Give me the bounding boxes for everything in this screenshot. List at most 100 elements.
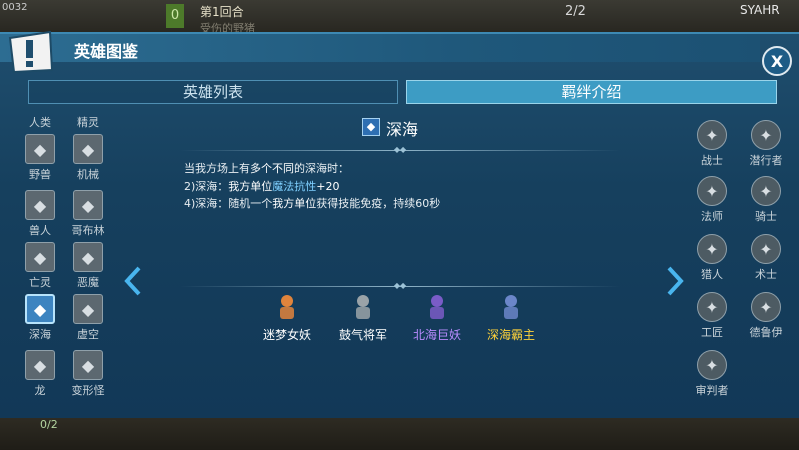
bond-effect-4: 4)深海：随机一个我方单位获得技能免疫，持续60秒 (184, 195, 440, 211)
hero-codex-panel: 英雄图鉴 X 英雄列表 羁绊介绍 人类 精灵 ◆ 野兽 ◆ 机械 ◆ 兽人 ◆ 哥布林 ◆ 亡灵 ◆ 恶魔… (0, 30, 799, 418)
codex-logo-icon (8, 30, 54, 74)
mage-icon: ✦ (697, 176, 727, 206)
class-item-8[interactable]: ✦ 审判者 (690, 350, 734, 398)
hero-portrait-icon (280, 295, 294, 319)
hero-portrait-icon (430, 295, 444, 319)
race-item-label: 恶魔 (77, 276, 99, 289)
druid-icon: ✦ (751, 292, 781, 322)
score-label: 2/2 (565, 4, 586, 19)
race-item-label: 深海 (29, 328, 51, 341)
race-item-5[interactable]: ◆ 哥布林 (66, 190, 110, 238)
warrior-icon: ✦ (697, 120, 727, 150)
hero-card-0[interactable]: 迷梦女妖 (247, 292, 327, 343)
race-item-0[interactable]: 人类 (18, 114, 62, 130)
effect-4-target: 我方单位 (272, 197, 317, 210)
class-item-label: 战士 (701, 154, 723, 167)
class-item-label: 术士 (755, 268, 777, 281)
deepsea-icon: ◆ (362, 118, 380, 136)
class-item-7[interactable]: ✦ 德鲁伊 (744, 292, 788, 340)
hero-card-1[interactable]: 鼓气将军 (323, 292, 403, 343)
clock: 0032 (2, 2, 28, 13)
race-item-10[interactable]: ◆ 龙 (18, 350, 62, 398)
effect-4-random: 随机一个 (228, 197, 273, 210)
class-item-5[interactable]: ✦ 术士 (744, 234, 788, 282)
hero-card-2[interactable]: 北海巨妖 (397, 292, 477, 343)
void-icon: ◆ (73, 294, 103, 324)
class-item-1[interactable]: ✦ 潜行者 (744, 120, 788, 168)
hero-name: 深海霸主 (486, 328, 535, 342)
race-item-label: 变形怪 (71, 384, 105, 397)
divider-top: ◆◆ (180, 146, 620, 154)
race-item-3[interactable]: ◆ 机械 (66, 134, 110, 182)
class-item-label: 猎人 (701, 268, 723, 281)
race-item-11[interactable]: ◆ 变形怪 (66, 350, 110, 398)
bottom-count: 0/2 (40, 418, 58, 431)
next-arrow-button[interactable] (666, 266, 684, 303)
hero-name: 鼓气将军 (338, 328, 387, 342)
divider-bottom: ◆◆ (180, 282, 620, 290)
bond-title: ◆ 深海 (340, 116, 460, 139)
class-item-2[interactable]: ✦ 法师 (690, 176, 734, 224)
game-hud-bottom: 0/2 (0, 414, 799, 450)
craftsman-icon: ✦ (697, 292, 727, 322)
class-item-label: 骑士 (755, 210, 777, 223)
chevron-left-icon (124, 266, 141, 296)
rogue-icon: ✦ (751, 120, 781, 150)
close-button[interactable]: X (762, 46, 792, 76)
race-item-1[interactable]: 精灵 (66, 114, 110, 130)
class-item-label: 德鲁伊 (749, 326, 783, 339)
previous-arrow-button[interactable] (124, 266, 142, 303)
class-item-label: 工匠 (701, 326, 723, 339)
race-item-9[interactable]: ◆ 虚空 (66, 294, 110, 342)
race-item-label: 野兽 (29, 168, 51, 181)
effect-2-stat: 魔法抗性 (272, 180, 317, 193)
beast-icon: ◆ (25, 134, 55, 164)
race-item-label: 哥布林 (71, 224, 105, 237)
chevron-right-icon (667, 266, 684, 296)
level-badge: 0 (166, 4, 184, 28)
bond-condition-text-end: 的深海时： (294, 162, 349, 175)
bond-name: 深海 (386, 120, 419, 139)
race-item-label: 龙 (34, 384, 46, 397)
inquisitor-icon: ✦ (697, 350, 727, 380)
race-item-8[interactable]: ◆ 深海 (18, 294, 62, 342)
goblin-icon: ◆ (73, 190, 103, 220)
class-item-0[interactable]: ✦ 战士 (690, 120, 734, 168)
dragon-icon: ◆ (25, 350, 55, 380)
hero-portrait-icon (356, 295, 370, 319)
race-item-label: 亡灵 (29, 276, 51, 289)
hero-name: 迷梦女妖 (262, 328, 311, 342)
bond-effect-2: 2)深海：我方单位魔法抗性+20 (184, 178, 340, 194)
demon-icon: ◆ (73, 242, 103, 272)
tab-hero-list[interactable]: 英雄列表 (28, 80, 398, 104)
hero-portrait-icon (504, 295, 518, 319)
class-item-4[interactable]: ✦ 猎人 (690, 234, 734, 282)
mech-icon: ◆ (73, 134, 103, 164)
class-item-label: 潜行者 (749, 154, 783, 167)
class-item-3[interactable]: ✦ 骑士 (744, 176, 788, 224)
bond-condition-text: 当我方场上有 (184, 162, 250, 175)
player-name: SYAHR (740, 3, 780, 17)
orc-icon: ◆ (25, 190, 55, 220)
effect-4-tier: 4)深海： (184, 197, 229, 210)
class-item-label: 审判者 (695, 384, 729, 397)
race-item-label: 兽人 (29, 224, 51, 237)
race-item-label: 虚空 (77, 328, 99, 341)
panel-title: 英雄图鉴 (74, 42, 139, 61)
hero-card-3[interactable]: 深海霸主 (471, 292, 551, 343)
race-item-2[interactable]: ◆ 野兽 (18, 134, 62, 182)
race-item-7[interactable]: ◆ 恶魔 (66, 242, 110, 290)
effect-2-value: +20 (316, 180, 340, 193)
effect-2-target: 我方单位 (228, 180, 273, 193)
class-item-6[interactable]: ✦ 工匠 (690, 292, 734, 340)
bond-condition: 当我方场上有多个不同的深海时： (184, 160, 349, 176)
race-item-4[interactable]: ◆ 兽人 (18, 190, 62, 238)
game-hud-top: 0032 0 第1回合 受伤的野猪 2/2 SYAHR (0, 0, 799, 36)
race-item-label: 机械 (77, 168, 99, 181)
race-item-6[interactable]: ◆ 亡灵 (18, 242, 62, 290)
race-item-label: 精灵 (77, 116, 99, 129)
bond-condition-highlight: 多个不同 (250, 162, 294, 175)
tab-bond-intro[interactable]: 羁绊介绍 (406, 80, 777, 104)
deepsea-icon: ◆ (25, 294, 55, 324)
race-item-label: 人类 (29, 116, 51, 129)
